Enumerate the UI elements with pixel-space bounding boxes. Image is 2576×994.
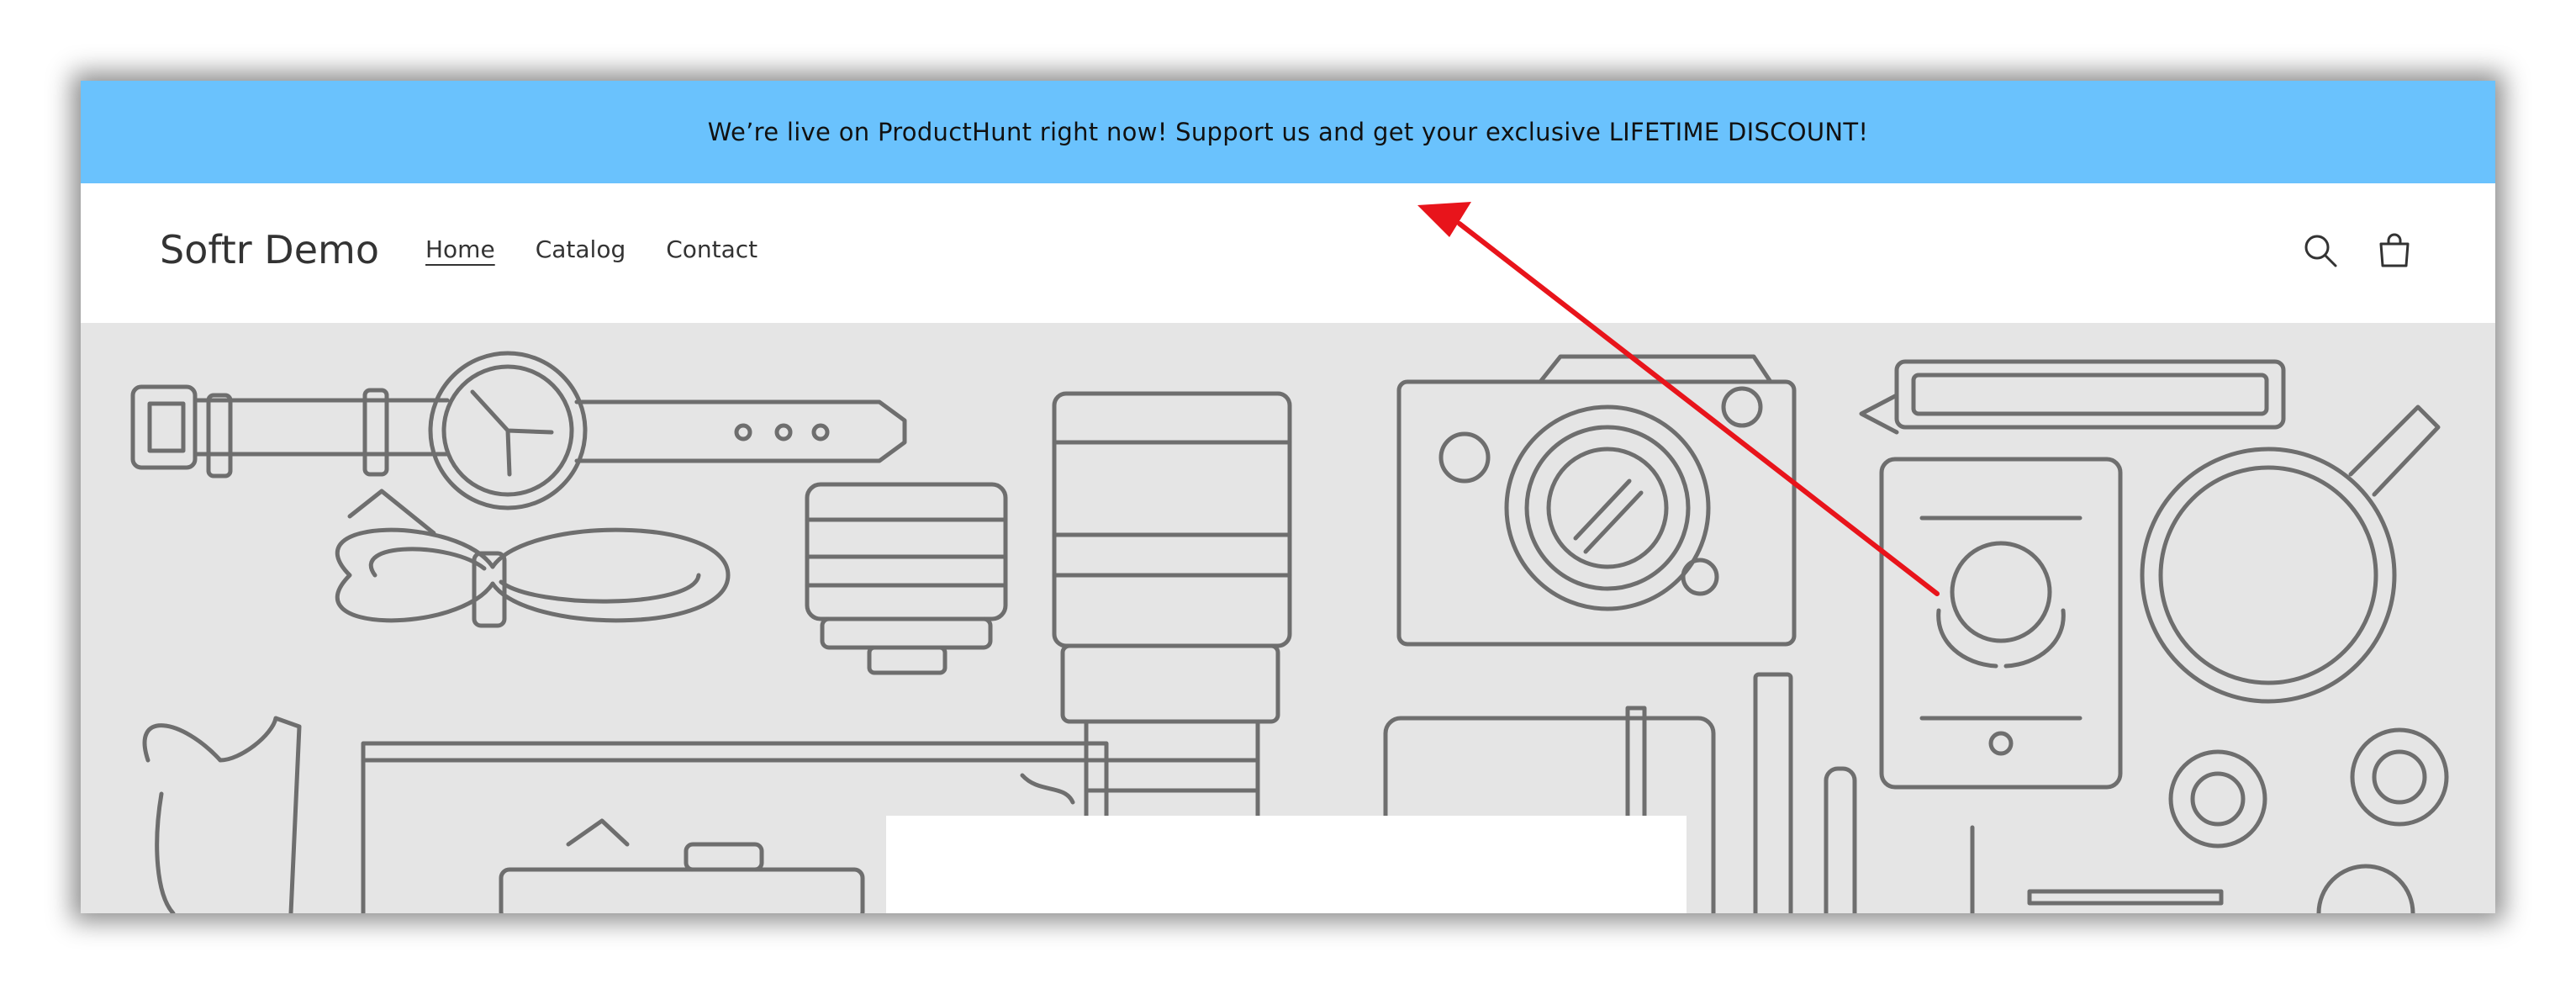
- lens-long-illustration: [1052, 391, 1292, 842]
- cart-icon[interactable]: [2374, 230, 2415, 271]
- passport-illustration: [1879, 457, 2123, 790]
- pen-illustration: [1753, 672, 2224, 913]
- nav-home[interactable]: Home: [425, 235, 495, 263]
- nav-catalog[interactable]: Catalog: [536, 235, 626, 263]
- browser-page: We’re live on ProductHunt right now! Sup…: [81, 81, 2495, 913]
- announcement-text[interactable]: We’re live on ProductHunt right now! Sup…: [708, 118, 1869, 146]
- hero-content-card: [886, 816, 1687, 913]
- bowtie-illustration: [335, 489, 731, 628]
- lens-small-illustration: [805, 482, 1008, 675]
- glasses-illustration: [142, 716, 302, 913]
- hero-banner: [81, 323, 2495, 913]
- search-icon[interactable]: [2300, 230, 2341, 271]
- camera-illustration: [1396, 354, 1797, 647]
- cup-illustration: [2140, 404, 2441, 704]
- pencil-illustration: [1859, 359, 2286, 435]
- site-header: Softr Demo Home Catalog Contact: [81, 183, 2495, 323]
- nav-contact[interactable]: Contact: [666, 235, 757, 263]
- announcement-bar[interactable]: We’re live on ProductHunt right now! Sup…: [81, 81, 2495, 183]
- tape-illustration: [2168, 727, 2449, 913]
- watch-illustration: [130, 351, 907, 510]
- site-logo[interactable]: Softr Demo: [160, 227, 379, 272]
- main-nav: Home Catalog Contact: [425, 235, 757, 263]
